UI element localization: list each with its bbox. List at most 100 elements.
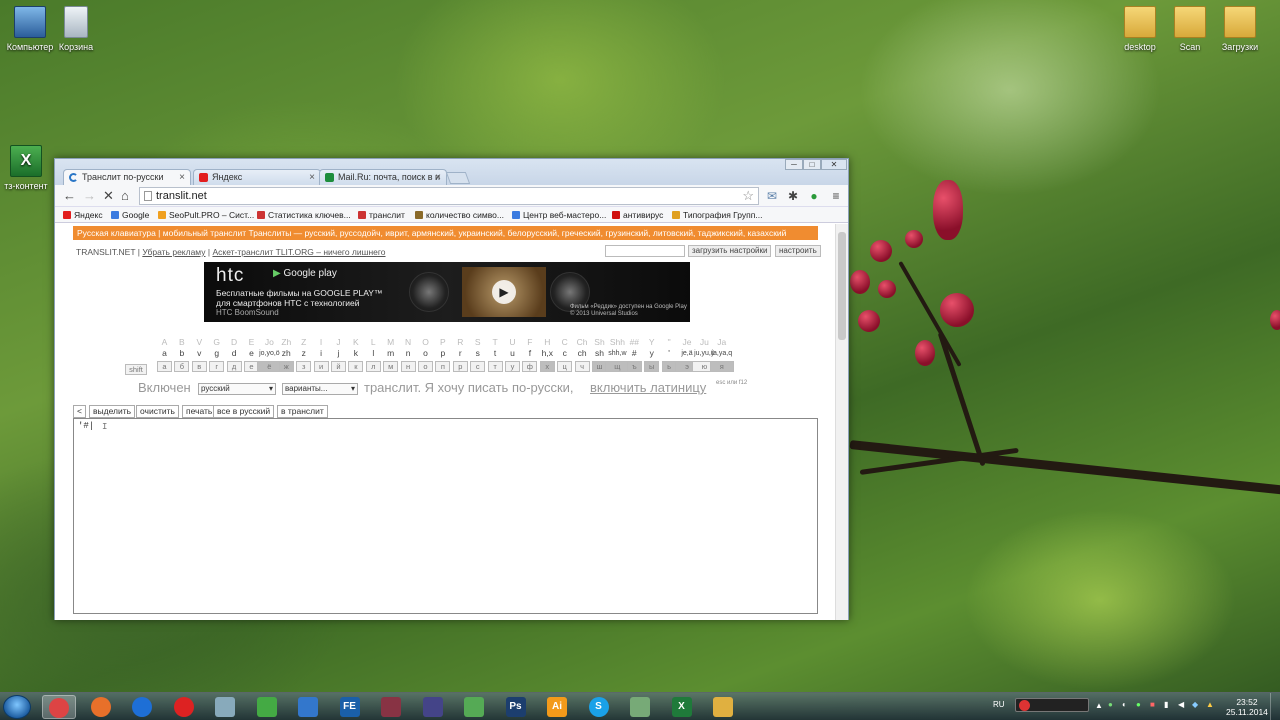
forward-button[interactable]: → [83,188,96,203]
taskbar-opera-button[interactable] [167,695,201,719]
taskbar-skype-button[interactable]: S [582,695,616,719]
tray-app-icon[interactable]: ◆ [1192,700,1198,709]
bookmark-item[interactable]: Статистика ключев... [257,210,351,220]
media-player-mini[interactable] [1015,698,1089,712]
taskbar-utorrent-button[interactable] [250,695,284,719]
bookmark-item[interactable]: антивирус [612,210,663,220]
taskbar-explorer-button[interactable] [706,695,740,719]
desktop-icon-tz-content[interactable]: X тз-контент [0,145,56,191]
remove-ads-link[interactable]: Убрать рекламу [142,247,205,257]
taskbar-photoshop-button[interactable]: Ps [499,695,533,719]
editor-button[interactable]: все в русский [213,405,275,418]
tray-app-icon[interactable]: ◐ [1122,700,1127,709]
keyboard-key[interactable]: Ddд [226,337,242,372]
tab-close-icon[interactable]: × [179,170,185,185]
editor-button[interactable]: печать [182,405,217,418]
tray-app-icon[interactable]: ▲ [1206,700,1214,709]
editor-button[interactable]: выделить [89,405,136,418]
address-bar[interactable]: translit.net ☆ [139,187,759,205]
keyboard-key[interactable]: ## # ъ [626,337,642,372]
clock[interactable]: 23:52 25.11.2014 [1226,697,1268,717]
bookmark-item[interactable]: транслит [358,210,405,220]
keyboard-key[interactable]: Ssс [470,337,486,372]
taskbar-ooo-button[interactable] [457,695,491,719]
tray-arrow-icon[interactable]: ▲ [1095,701,1103,710]
taskbar-ppt-button[interactable] [623,695,657,719]
keyboard-key[interactable]: Vvв [191,337,207,372]
settings-gear-icon[interactable]: ✱ [786,189,800,203]
keyboard-key[interactable]: Llл [365,337,381,372]
editor-button[interactable]: очистить [136,405,179,418]
keyboard-key[interactable]: Ch ch ч [574,337,590,372]
text-editor[interactable]: '#| I [73,418,818,614]
menu-icon[interactable]: ≡ [829,189,843,203]
taskbar-fe-button[interactable]: FE [333,695,367,719]
tray-app-icon[interactable]: ■ [1150,700,1155,709]
bookmark-item[interactable]: Типография Групп... [672,210,762,220]
back-button[interactable]: ← [63,188,76,203]
tab-translit[interactable]: Транслит по-русски × [63,169,191,186]
taskbar-teamviewer-button[interactable] [125,695,159,719]
editor-button[interactable]: в транслит [277,405,328,418]
keyboard-key[interactable]: Ppп [435,337,451,372]
new-tab-button[interactable] [445,172,471,184]
show-desktop-button[interactable] [1270,693,1280,720]
editor-button[interactable]: < [73,405,86,418]
minimize-button[interactable]: ─ [785,159,803,170]
keyboard-key[interactable]: Bbб [174,337,190,372]
htc-ad-banner[interactable]: htc ▶ Google play Бесплатные фильмы на G… [204,262,690,322]
tab-mailru[interactable]: Mail.Ru: почта, поиск в и × [319,169,447,185]
keyboard-key[interactable]: Ooо [418,337,433,372]
language-indicator[interactable]: RU [993,700,1005,709]
taskbar-illustrator-button[interactable]: Ai [540,695,574,719]
settings-input[interactable] [605,245,685,257]
start-button[interactable] [3,695,31,719]
bookmark-item[interactable]: SeoPult.PRO – Сист... [158,210,254,220]
switch-latin-link[interactable]: включить латиницу [590,380,706,395]
bookmark-item[interactable]: Яндекс [63,210,103,220]
bookmark-item[interactable]: Google [111,210,149,220]
tab-close-icon[interactable]: × [309,170,315,185]
keyboard-key[interactable]: Iiи [313,337,329,372]
volume-icon[interactable]: ◀ [1178,700,1184,709]
taskbar-excel-button[interactable]: X [665,695,699,719]
keyboard-key[interactable]: Nnн [400,337,416,372]
play-icon[interactable]: ▶ [492,280,516,304]
keyboard-key[interactable]: Rrр [452,337,468,372]
mail-extension-icon[interactable]: ✉ [765,189,779,203]
taskbar-winrar-button[interactable] [374,695,408,719]
vertical-scrollbar[interactable] [835,224,848,620]
home-button[interactable]: ⌂ [121,188,129,203]
keyboard-key[interactable]: Kkк [348,337,364,372]
maximize-button[interactable]: □ [803,159,821,170]
keyboard-key[interactable]: Hh,x х [539,337,555,372]
star-icon[interactable]: ☆ [742,188,754,204]
keyboard-key[interactable]: Jjй [331,337,346,372]
bookmark-item[interactable]: Центр веб-мастеро... [512,210,606,220]
variants-select[interactable]: варианты... ▾ [282,383,358,395]
tab-close-icon[interactable]: × [435,170,441,185]
keyboard-key[interactable]: Uuу [505,337,520,372]
taskbar-save-button[interactable] [416,695,450,719]
keyboard-key[interactable]: Ccц [557,337,573,372]
top-links-text[interactable]: Русская клавиатура | мобильный транслит … [77,228,786,238]
bookmark-item[interactable]: количество симво... [415,210,504,220]
tray-app-icon[interactable]: ● [1136,700,1141,709]
network-icon[interactable]: ▮ [1164,700,1168,709]
taskbar-monitor-button[interactable] [291,695,325,719]
keyboard-key[interactable]: Zzз [296,337,312,372]
scrollbar-thumb[interactable] [838,232,846,340]
tlit-link[interactable]: Аскет-транслит TLIT.ORG – ничего лишнего [212,247,385,257]
keyboard-key[interactable]: Aaа [157,337,172,372]
desktop-icon-downloads-folder[interactable]: Загрузки [1210,6,1270,52]
stop-button[interactable]: ✕ [103,188,114,204]
keyboard-key[interactable]: Ffф [522,337,538,372]
keyboard-key[interactable]: Ja ja,ya,q я [709,337,734,372]
shift-key[interactable]: shift [125,362,147,375]
load-settings-button[interactable]: загрузить настройки [688,245,772,257]
close-window-button[interactable]: ✕ [821,159,847,170]
language-select[interactable]: русский ▾ [198,383,276,395]
taskbar-chrome-button[interactable] [42,695,76,719]
keyboard-key[interactable]: Yyы [644,337,660,372]
keyboard-key[interactable]: Shh shh,w щ [605,337,630,372]
